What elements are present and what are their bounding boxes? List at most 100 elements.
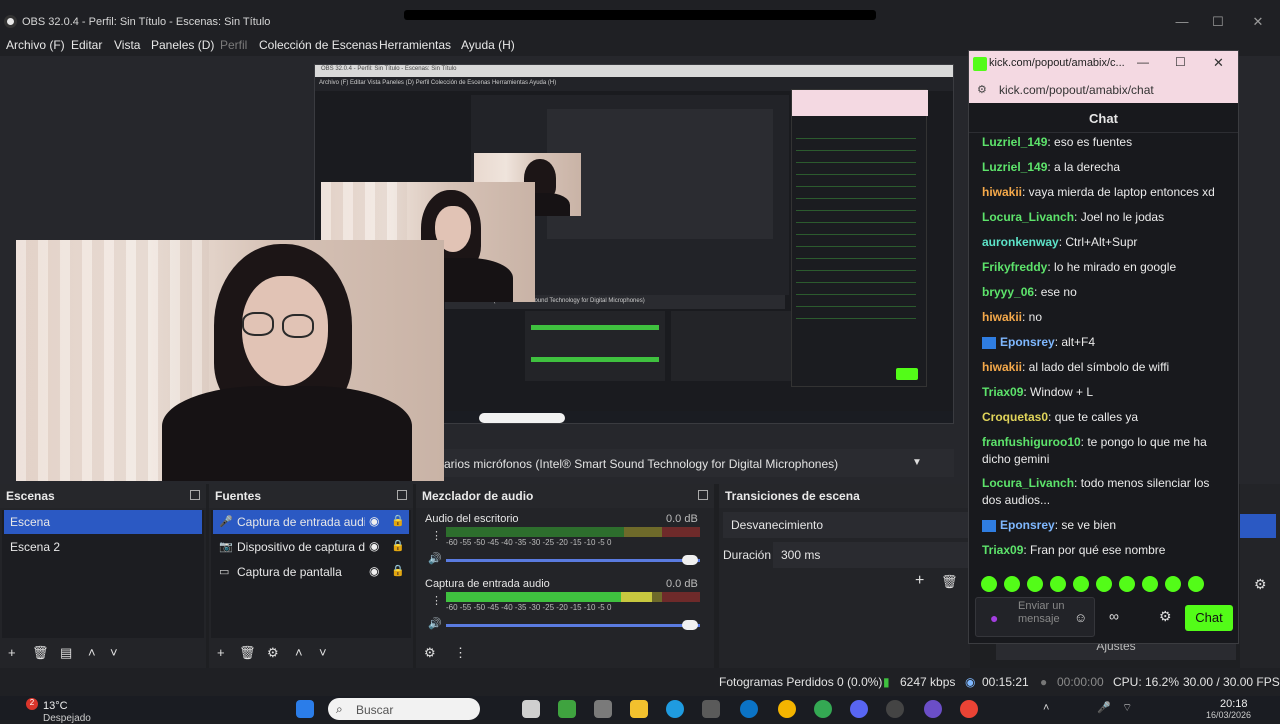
app-icon[interactable]: [594, 700, 612, 718]
webcam-source[interactable]: [16, 240, 444, 481]
close-icon[interactable]: ✕: [1246, 14, 1270, 30]
chrome-icon[interactable]: [778, 700, 796, 718]
audio-device-select[interactable]: arios micrófonos (Intel® Smart Sound Tec…: [444, 449, 954, 477]
controls-button[interactable]: [1240, 514, 1276, 538]
add-transition-icon[interactable]: +: [915, 572, 924, 590]
advanced-audio-icon[interactable]: ⚙: [424, 645, 436, 661]
more-options-icon[interactable]: ⋮: [454, 645, 467, 661]
emote-icon[interactable]: [981, 576, 997, 592]
obs-icon[interactable]: [886, 700, 904, 718]
emote-icon[interactable]: [1188, 576, 1204, 592]
wifi-icon[interactable]: ⌔: [1122, 701, 1132, 715]
volume-knob[interactable]: [682, 620, 698, 630]
menu-perfil[interactable]: Perfil: [220, 38, 247, 52]
chat-message: bryyy_06: ese no: [982, 284, 1230, 301]
menu-archivo[interactable]: Archivo (F): [6, 38, 65, 52]
edge-icon[interactable]: [666, 700, 684, 718]
emote-icon[interactable]: [1004, 576, 1020, 592]
eye-icon[interactable]: ◉: [369, 514, 379, 528]
undock-icon[interactable]: [698, 490, 708, 500]
scene-item[interactable]: Escena: [4, 510, 202, 534]
task-view-icon[interactable]: [522, 700, 540, 718]
emote-icon[interactable]: [1096, 576, 1112, 592]
app-icon[interactable]: [924, 700, 942, 718]
speaker-icon[interactable]: 🔊: [428, 552, 442, 565]
channel-menu-icon[interactable]: ⋮: [431, 529, 442, 542]
clock-date[interactable]: 16/03/2026: [1206, 710, 1251, 720]
microphone-icon[interactable]: ●: [990, 610, 998, 626]
eye-icon[interactable]: ◉: [369, 564, 379, 578]
discord-icon[interactable]: [850, 700, 868, 718]
maximize-icon[interactable]: ☐: [1175, 55, 1186, 69]
taskbar-search[interactable]: ⌕ Buscar: [328, 698, 480, 720]
menu-vista[interactable]: Vista: [114, 38, 140, 52]
gear-icon[interactable]: ⚙: [1254, 576, 1267, 593]
chevron-down-icon[interactable]: ˅: [110, 645, 118, 660]
menu-herramientas[interactable]: Herramientas: [379, 38, 451, 52]
emote-icon[interactable]: [1119, 576, 1135, 592]
maximize-icon[interactable]: ☐: [1206, 14, 1230, 30]
store-icon[interactable]: [702, 700, 720, 718]
chat-url-bar[interactable]: ⚙ kick.com/popout/amabix/chat: [969, 77, 1238, 103]
hp-icon[interactable]: [740, 700, 758, 718]
source-item[interactable]: 🎤 Captura de entrada audio ◉ 🔒: [213, 510, 409, 534]
nested-chat: [791, 89, 928, 387]
gear-icon[interactable]: ⚙: [1159, 608, 1172, 625]
emoji-icon[interactable]: ☺: [1074, 610, 1087, 625]
site-info-icon[interactable]: ⚙: [977, 83, 987, 96]
chat-input[interactable]: ● Enviar un mensaje ☺: [975, 597, 1095, 637]
undock-icon[interactable]: [397, 490, 407, 500]
audio-device-label: arios micrófonos (Intel® Smart Sound Tec…: [444, 457, 839, 471]
emote-icon[interactable]: [1027, 576, 1043, 592]
chevron-up-icon[interactable]: ˄: [295, 645, 303, 660]
lock-icon[interactable]: 🔒: [391, 539, 405, 552]
menu-editar[interactable]: Editar: [71, 38, 102, 52]
minimize-icon[interactable]: —: [1137, 55, 1149, 69]
trash-icon[interactable]: 🗑: [941, 574, 958, 590]
emote-icon[interactable]: [1165, 576, 1181, 592]
source-item[interactable]: ▭ Captura de pantalla ◉ 🔒: [213, 560, 409, 584]
menu-paneles[interactable]: Paneles (D): [151, 38, 214, 52]
nested-taskbar: [445, 411, 953, 423]
trash-icon[interactable]: 🗑: [32, 645, 49, 661]
source-item[interactable]: 📷 Dispositivo de captura de ◉ 🔒: [213, 535, 409, 559]
file-explorer-icon[interactable]: [630, 700, 648, 718]
volume-slider[interactable]: [446, 559, 700, 562]
lock-icon[interactable]: 🔒: [391, 564, 405, 577]
volume-knob[interactable]: [682, 555, 698, 565]
emote-icon[interactable]: [1142, 576, 1158, 592]
chevron-down-icon[interactable]: ˅: [319, 645, 327, 660]
chevron-up-icon[interactable]: ˄: [88, 645, 96, 660]
chat-titlebar: kick.com/popout/amabix/c... — ☐ ✕: [969, 51, 1238, 77]
speaker-icon[interactable]: 🔊: [428, 617, 442, 630]
emote-icon[interactable]: [1050, 576, 1066, 592]
add-icon[interactable]: +: [8, 645, 16, 660]
add-icon[interactable]: +: [217, 645, 225, 660]
lock-icon[interactable]: 🔒: [391, 514, 405, 527]
minimize-icon[interactable]: —: [1170, 14, 1194, 30]
trash-icon[interactable]: 🗑: [239, 645, 256, 661]
microphone-icon[interactable]: 🎤: [1097, 701, 1111, 714]
undock-icon[interactable]: [190, 490, 200, 500]
menu-coleccion-escenas[interactable]: Colección de Escenas: [259, 38, 378, 52]
duration-input[interactable]: 300 ms: [773, 542, 968, 568]
chevron-down-icon[interactable]: ▼: [912, 457, 922, 468]
clock-time[interactable]: 20:18: [1220, 698, 1248, 710]
filter-icon[interactable]: ▤: [60, 645, 72, 661]
chrome-icon[interactable]: [960, 700, 978, 718]
minecraft-icon[interactable]: [558, 700, 576, 718]
chrome-icon[interactable]: [814, 700, 832, 718]
gear-icon[interactable]: ⚙: [267, 645, 279, 661]
transition-select[interactable]: Desvanecimiento: [723, 512, 968, 538]
infinity-icon[interactable]: ∞: [1109, 608, 1119, 624]
menu-ayuda[interactable]: Ayuda (H): [461, 38, 515, 52]
close-icon[interactable]: ✕: [1213, 55, 1224, 71]
windows-start-icon[interactable]: [296, 700, 314, 718]
scene-item[interactable]: Escena 2: [4, 535, 202, 559]
emote-icon[interactable]: [1073, 576, 1089, 592]
eye-icon[interactable]: ◉: [369, 539, 379, 553]
volume-slider[interactable]: [446, 624, 700, 627]
chevron-up-icon[interactable]: ˄: [1043, 702, 1049, 714]
channel-menu-icon[interactable]: ⋮: [431, 594, 442, 607]
send-chat-button[interactable]: Chat: [1185, 605, 1233, 631]
